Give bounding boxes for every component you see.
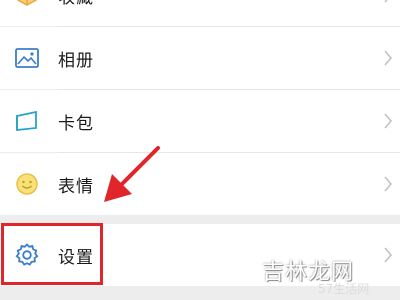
watermark-subtext: 57生活网: [318, 282, 370, 296]
annotation-highlight-box: [1, 223, 103, 285]
menu-item-stickers[interactable]: 表情: [0, 153, 400, 215]
chevron-right-icon: [382, 173, 394, 195]
menu-item-label: 卡包: [58, 113, 94, 134]
card-wallet-icon: [14, 108, 40, 134]
chevron-right-icon: [382, 47, 394, 69]
menu-item-label: 收藏: [58, 0, 94, 8]
chevron-right-icon: [382, 110, 394, 132]
chevron-right-icon: [382, 0, 394, 6]
smiley-face-icon: [14, 171, 40, 197]
menu-item-photo-album[interactable]: 相册: [0, 27, 400, 89]
favorites-cube-icon: [14, 0, 40, 8]
menu-item-label: 相册: [58, 50, 94, 71]
menu-item-card-wallet[interactable]: 卡包: [0, 90, 400, 152]
photo-album-icon: [14, 45, 40, 71]
annotation-arrow: [104, 146, 160, 202]
menu-item-label: 表情: [58, 176, 94, 197]
chevron-right-icon: [382, 244, 394, 266]
menu-item-favorites[interactable]: 收藏: [0, 0, 400, 26]
